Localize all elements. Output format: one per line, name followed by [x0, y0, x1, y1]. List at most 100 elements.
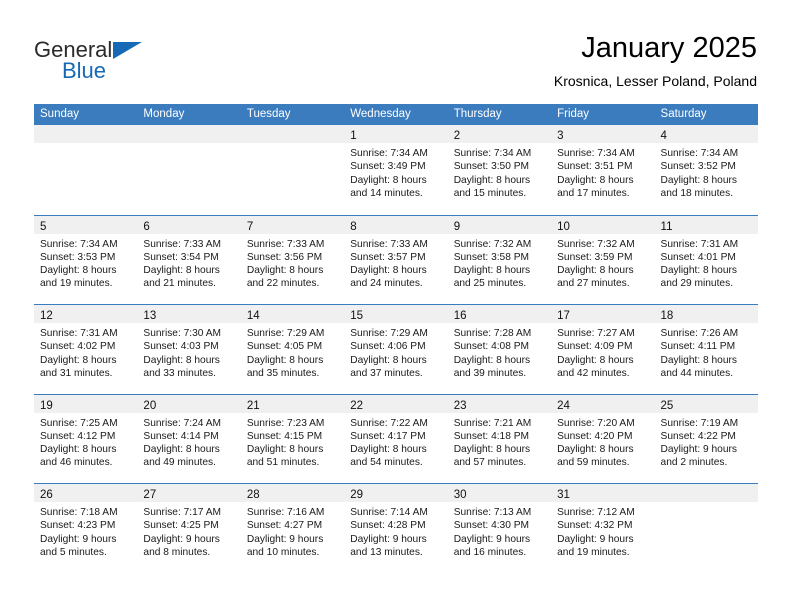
day-cell-5[interactable]: 5 Sunrise: 7:34 AM Sunset: 3:53 PM Daylight… — [34, 215, 138, 304]
day-number-band: 22 — [344, 394, 448, 413]
weekday-header-monday: Monday — [143, 108, 185, 120]
daylight-text: Daylight: 8 hours — [350, 354, 427, 366]
daylight-text-cont: and 35 minutes. — [246, 367, 320, 379]
daylight-text: Daylight: 9 hours — [660, 444, 737, 456]
day-cell-empty — [654, 484, 758, 573]
day-number-band: 16 — [447, 305, 552, 323]
daylight-text-cont: and 10 minutes. — [246, 546, 320, 558]
sunset-text: Sunset: 4:03 PM — [143, 341, 219, 353]
day-number-band: 17 — [551, 305, 655, 323]
day-number-band: 30 — [447, 484, 552, 502]
day-cell-31[interactable]: 31 Sunrise: 7:12 AM Sunset: 4:32 PM Dayligh… — [551, 484, 655, 573]
day-cell-27[interactable]: 27 Sunrise: 7:17 AM Sunset: 4:25 PM Dayligh… — [137, 484, 241, 573]
day-cell-10[interactable]: 10 Sunrise: 7:32 AM Sunset: 3:59 PM Dayligh… — [551, 215, 655, 304]
day-cell-28[interactable]: 28 Sunrise: 7:16 AM Sunset: 4:27 PM Dayligh… — [240, 484, 345, 573]
day-cell-3[interactable]: 3 Sunrise: 7:34 AM Sunset: 3:51 PM Daylight… — [551, 125, 655, 215]
daylight-text-cont: and 49 minutes. — [143, 457, 216, 469]
day-cell-15[interactable]: 15 Sunrise: 7:29 AM Sunset: 4:06 PM Dayligh… — [344, 305, 448, 394]
day-details: Sunrise: 7:20 AM Sunset: 4:20 PM Daylight:… — [551, 413, 654, 470]
day-cell-19[interactable]: 19 Sunrise: 7:25 AM Sunset: 4:12 PM Dayligh… — [34, 394, 138, 483]
sunrise-text: Sunrise: 7:34 AM — [350, 148, 428, 159]
day-number-band: 11 — [654, 215, 758, 234]
brand-name-blue: Blue — [62, 58, 107, 83]
day-cell-26[interactable]: 26 Sunrise: 7:18 AM Sunset: 4:23 PM Dayligh… — [34, 484, 138, 573]
sunset-text: Sunset: 4:17 PM — [350, 430, 426, 442]
day-cell-21[interactable]: 21 Sunrise: 7:23 AM Sunset: 4:15 PM Dayligh… — [240, 394, 345, 483]
day-cell-23[interactable]: 23 Sunrise: 7:21 AM Sunset: 4:18 PM Dayligh… — [447, 394, 552, 483]
day-details: Sunrise: 7:18 AM Sunset: 4:23 PM Daylight:… — [34, 502, 137, 559]
day-number: 27 — [143, 489, 157, 501]
day-number: 9 — [453, 220, 461, 233]
daylight-text-cont: and 18 minutes. — [660, 187, 734, 199]
day-cell-1[interactable]: 1 Sunrise: 7:34 AM Sunset: 3:49 PM Daylight… — [344, 125, 448, 215]
day-cell-6[interactable]: 6 Sunrise: 7:33 AM Sunset: 3:54 PM Daylight… — [137, 215, 241, 304]
day-cell-7[interactable]: 7 Sunrise: 7:33 AM Sunset: 3:56 PM Daylight… — [240, 215, 345, 304]
day-details: Sunrise: 7:24 AM Sunset: 4:14 PM Daylight:… — [137, 413, 240, 470]
calendar-page: General Blue January 2025 Krosnica, Less… — [0, 0, 792, 612]
sunrise-text: Sunrise: 7:29 AM — [350, 328, 428, 339]
sunset-text: Sunset: 4:02 PM — [40, 341, 116, 353]
day-cell-25[interactable]: 25 Sunrise: 7:19 AM Sunset: 4:22 PM Dayligh… — [654, 394, 758, 483]
day-number-band: 20 — [137, 394, 241, 413]
daylight-text-cont: and 39 minutes. — [453, 367, 527, 379]
sunset-text: Sunset: 3:50 PM — [453, 161, 530, 173]
sunset-text: Sunset: 4:09 PM — [557, 341, 633, 353]
daylight-text: Daylight: 8 hours — [350, 265, 427, 277]
day-cell-12[interactable]: 12 Sunrise: 7:31 AM Sunset: 4:02 PM Dayligh… — [34, 305, 138, 394]
day-cell-11[interactable]: 11 Sunrise: 7:31 AM Sunset: 4:01 PM Dayligh… — [654, 215, 758, 304]
daylight-text-cont: and 54 minutes. — [350, 457, 423, 469]
day-details: Sunrise: 7:14 AM Sunset: 4:28 PM Daylight:… — [344, 502, 447, 559]
day-number: 28 — [246, 489, 260, 501]
day-cell-14[interactable]: 14 Sunrise: 7:29 AM Sunset: 4:05 PM Dayligh… — [240, 305, 345, 394]
sunset-text: Sunset: 3:51 PM — [557, 161, 633, 173]
sunset-text: Sunset: 4:06 PM — [350, 341, 426, 353]
day-cell-18[interactable]: 18 Sunrise: 7:26 AM Sunset: 4:11 PM Dayligh… — [654, 305, 758, 394]
day-cell-13[interactable]: 13 Sunrise: 7:30 AM Sunset: 4:03 PM Dayligh… — [137, 305, 241, 394]
day-number: 31 — [557, 489, 570, 501]
day-number-band: 18 — [654, 305, 758, 323]
day-cell-30[interactable]: 30 Sunrise: 7:13 AM Sunset: 4:30 PM Dayligh… — [447, 484, 552, 573]
day-cell-17[interactable]: 17 Sunrise: 7:27 AM Sunset: 4:09 PM Dayligh… — [551, 305, 655, 394]
page-title: January 2025 — [581, 32, 757, 64]
daylight-text: Daylight: 8 hours — [453, 444, 531, 456]
calendar-week-row: 5 Sunrise: 7:34 AM Sunset: 3:53 PM Daylight… — [34, 214, 758, 304]
sunrise-text: Sunrise: 7:32 AM — [557, 238, 635, 250]
sunrise-text: Sunrise: 7:19 AM — [660, 417, 739, 429]
sunset-text: Sunset: 4:25 PM — [143, 520, 219, 532]
day-number: 11 — [660, 220, 673, 233]
day-number: 26 — [40, 489, 53, 501]
day-number: 5 — [40, 220, 47, 233]
day-number-band: 8 — [344, 215, 448, 234]
daylight-text-cont: and 5 minutes. — [40, 546, 107, 558]
day-cell-22[interactable]: 22 Sunrise: 7:22 AM Sunset: 4:17 PM Dayligh… — [344, 394, 448, 483]
day-cell-16[interactable]: 16 Sunrise: 7:28 AM Sunset: 4:08 PM Dayligh… — [447, 305, 552, 394]
day-cell-2[interactable]: 2 Sunrise: 7:34 AM Sunset: 3:50 PM Daylight… — [447, 125, 552, 215]
day-cell-9[interactable]: 9 Sunrise: 7:32 AM Sunset: 3:58 PM Daylight… — [447, 215, 552, 304]
daylight-text: Daylight: 8 hours — [246, 444, 324, 456]
daylight-text: Daylight: 9 hours — [557, 533, 634, 545]
brand-logo[interactable]: General Blue — [34, 38, 164, 86]
daylight-text: Daylight: 8 hours — [453, 354, 531, 366]
daylight-text: Daylight: 8 hours — [660, 174, 737, 186]
sunset-text: Sunset: 3:59 PM — [557, 251, 633, 263]
sunset-text: Sunset: 4:01 PM — [660, 251, 736, 263]
day-cell-29[interactable]: 29 Sunrise: 7:14 AM Sunset: 4:28 PM Dayligh… — [344, 484, 448, 573]
sunset-text: Sunset: 3:56 PM — [246, 251, 323, 263]
day-number: 7 — [246, 220, 254, 233]
sunrise-text: Sunrise: 7:30 AM — [143, 328, 222, 339]
sunrise-text: Sunrise: 7:20 AM — [557, 417, 635, 429]
day-cell-24[interactable]: 24 Sunrise: 7:20 AM Sunset: 4:20 PM Dayligh… — [551, 394, 655, 483]
day-cell-4[interactable]: 4 Sunrise: 7:34 AM Sunset: 3:52 PM Daylight… — [654, 125, 758, 215]
daylight-text-cont: and 59 minutes. — [557, 457, 630, 469]
day-number: 19 — [40, 399, 53, 412]
daylight-text: Daylight: 8 hours — [143, 265, 220, 277]
sunrise-text: Sunrise: 7:34 AM — [40, 238, 118, 250]
sunset-text: Sunset: 4:30 PM — [453, 520, 530, 532]
daylight-text-cont: and 31 minutes. — [40, 367, 113, 379]
sunrise-text: Sunrise: 7:14 AM — [350, 507, 428, 518]
daylight-text-cont: and 42 minutes. — [557, 367, 630, 379]
sunrise-text: Sunrise: 7:33 AM — [143, 238, 222, 250]
day-cell-20[interactable]: 20 Sunrise: 7:24 AM Sunset: 4:14 PM Dayligh… — [137, 394, 241, 483]
day-cell-8[interactable]: 8 Sunrise: 7:33 AM Sunset: 3:57 PM Daylight… — [344, 215, 448, 304]
day-details: Sunrise: 7:33 AM Sunset: 3:57 PM Daylight:… — [344, 234, 447, 291]
